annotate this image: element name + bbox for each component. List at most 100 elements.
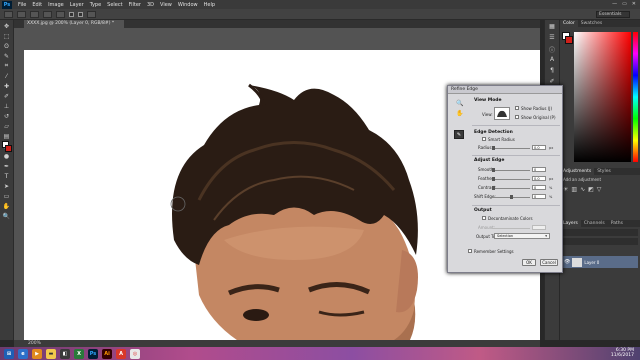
menu-layer[interactable]: Layer bbox=[70, 2, 84, 8]
tab-paths[interactable]: Paths bbox=[608, 220, 626, 227]
view-mode-picker[interactable] bbox=[494, 107, 510, 120]
radius-input[interactable]: 0.0 bbox=[532, 145, 546, 150]
shift-edge-slider[interactable] bbox=[492, 195, 530, 199]
feather-slider[interactable] bbox=[492, 177, 530, 181]
zoom-tool-icon[interactable]: 🔍 bbox=[2, 212, 12, 220]
add-selection-icon[interactable] bbox=[30, 10, 39, 18]
start-icon[interactable]: ⊞ bbox=[4, 348, 14, 359]
menu-image[interactable]: Image bbox=[48, 2, 64, 8]
brush-size-picker[interactable] bbox=[56, 10, 65, 18]
radius-slider[interactable] bbox=[492, 146, 530, 150]
tool-preset-picker[interactable] bbox=[4, 10, 13, 18]
panel-background-swatch[interactable] bbox=[565, 36, 573, 44]
tab-channels[interactable]: Channels bbox=[581, 220, 608, 227]
menu-type[interactable]: Type bbox=[90, 2, 101, 8]
minimize-button[interactable]: — bbox=[612, 1, 617, 7]
acrobat-taskbar-icon[interactable]: A bbox=[116, 348, 126, 359]
menu-edit[interactable]: Edit bbox=[32, 2, 42, 8]
brightness-icon[interactable]: ☀ bbox=[563, 186, 568, 193]
layer-name[interactable]: Layer 0 bbox=[584, 260, 599, 265]
decontaminate-checkbox[interactable] bbox=[482, 216, 486, 220]
feather-input[interactable]: 0.0 bbox=[532, 176, 546, 181]
blend-mode-bar[interactable] bbox=[562, 238, 638, 245]
shift-edge-input[interactable]: 0 bbox=[532, 194, 546, 199]
background-color-swatch[interactable] bbox=[5, 145, 12, 152]
smart-radius-checkbox[interactable] bbox=[482, 137, 486, 141]
workspace-switcher[interactable]: Essentials bbox=[596, 11, 630, 18]
smooth-slider[interactable] bbox=[492, 168, 530, 172]
feather-slider-knob[interactable] bbox=[492, 177, 495, 181]
close-button[interactable]: ✕ bbox=[632, 1, 636, 7]
exposure-icon[interactable]: ◩ bbox=[588, 186, 594, 193]
menu-file[interactable]: File bbox=[18, 2, 26, 8]
move-tool-icon[interactable]: ✥ bbox=[2, 22, 12, 30]
paragraph-icon[interactable]: ¶ bbox=[548, 67, 557, 75]
menu-3d[interactable]: 3D bbox=[147, 2, 154, 8]
menu-select[interactable]: Select bbox=[107, 2, 122, 8]
lasso-tool-icon[interactable]: ʘ bbox=[2, 42, 12, 50]
media-player-icon[interactable]: ▶ bbox=[32, 348, 42, 359]
subtract-selection-icon[interactable] bbox=[43, 10, 52, 18]
ie-icon[interactable]: e bbox=[18, 348, 28, 359]
pen-tool-icon[interactable]: ✒ bbox=[2, 162, 12, 170]
tab-swatches[interactable]: Swatches bbox=[578, 20, 606, 27]
brush-tool-icon[interactable]: ✐ bbox=[2, 92, 12, 100]
tab-styles[interactable]: Styles bbox=[594, 168, 614, 175]
clone-stamp-tool-icon[interactable]: ⊥ bbox=[2, 102, 12, 110]
vibrance-icon[interactable]: ▽ bbox=[597, 186, 602, 193]
menu-help[interactable]: Help bbox=[204, 2, 215, 8]
new-selection-icon[interactable] bbox=[17, 10, 26, 18]
eraser-tool-icon[interactable]: ▱ bbox=[2, 122, 12, 130]
refine-edge-button[interactable] bbox=[87, 10, 96, 18]
menu-view[interactable]: View bbox=[160, 2, 172, 8]
chrome-taskbar-icon[interactable]: ◎ bbox=[130, 348, 140, 359]
properties-icon[interactable]: ☰ bbox=[548, 34, 557, 42]
auto-enhance-checkbox[interactable] bbox=[78, 11, 83, 17]
zoom-level[interactable]: 200% bbox=[28, 341, 41, 346]
hue-slider[interactable] bbox=[633, 32, 638, 162]
layer-filter-bar[interactable] bbox=[562, 229, 638, 236]
curves-icon[interactable]: ∿ bbox=[580, 186, 585, 193]
contrast-input[interactable]: 0 bbox=[532, 185, 546, 190]
type-tool-icon[interactable]: T bbox=[2, 172, 12, 180]
marquee-tool-icon[interactable]: ⬚ bbox=[2, 32, 12, 40]
quick-selection-tool-icon[interactable]: ✎ bbox=[2, 52, 12, 60]
hand-tool-icon[interactable]: ✋ bbox=[2, 202, 12, 210]
document-tab[interactable]: XXXX.jpg @ 200% (Layer 0, RGB/8#) * bbox=[24, 20, 124, 28]
rectangle-tool-icon[interactable]: ▭ bbox=[2, 192, 12, 200]
dodge-tool-icon[interactable]: ● bbox=[2, 152, 12, 160]
photoshop-taskbar-icon[interactable]: Ps bbox=[88, 348, 98, 359]
hand-icon[interactable]: ✋ bbox=[456, 110, 463, 117]
eye-icon[interactable]: 👁 bbox=[564, 259, 570, 265]
output-to-select[interactable]: Selection ▾ bbox=[494, 233, 550, 239]
gradient-tool-icon[interactable]: ▤ bbox=[2, 132, 12, 140]
smooth-slider-knob[interactable] bbox=[492, 168, 495, 172]
tab-color[interactable]: Color bbox=[560, 20, 578, 27]
show-radius-checkbox[interactable] bbox=[515, 106, 519, 110]
tab-adjustments[interactable]: Adjustments bbox=[560, 168, 595, 175]
history-brush-tool-icon[interactable]: ↺ bbox=[2, 112, 12, 120]
maximize-button[interactable]: ▭ bbox=[622, 1, 627, 7]
character-icon[interactable]: A bbox=[548, 56, 557, 64]
healing-brush-tool-icon[interactable]: ✚ bbox=[2, 82, 12, 90]
refine-radius-tool-icon[interactable]: ✎ bbox=[454, 130, 464, 139]
levels-icon[interactable]: ▥ bbox=[571, 186, 577, 193]
path-selection-tool-icon[interactable]: ➤ bbox=[2, 182, 12, 190]
tab-layers[interactable]: Layers bbox=[560, 220, 581, 227]
crop-tool-icon[interactable]: ⌗ bbox=[2, 62, 12, 70]
radius-slider-knob[interactable] bbox=[492, 146, 495, 150]
menu-window[interactable]: Window bbox=[178, 2, 198, 8]
layer-row[interactable]: 👁 Layer 0 bbox=[562, 256, 638, 268]
color-picker-field[interactable] bbox=[574, 32, 631, 162]
zoom-icon[interactable]: 🔍 bbox=[456, 100, 463, 107]
remember-settings-checkbox[interactable] bbox=[468, 249, 472, 253]
illustrator-taskbar-icon[interactable]: Ai bbox=[102, 348, 112, 359]
excel-icon[interactable]: X bbox=[74, 348, 84, 359]
info-icon[interactable]: ⓘ bbox=[548, 45, 557, 54]
folder-icon[interactable]: ▬ bbox=[46, 348, 56, 359]
contrast-slider-knob[interactable] bbox=[492, 186, 495, 190]
app-icon[interactable]: ◧ bbox=[60, 348, 70, 359]
clock[interactable]: 6:30 PM 11/6/2017 bbox=[611, 348, 634, 358]
shift-edge-slider-knob[interactable] bbox=[510, 195, 513, 199]
show-original-checkbox[interactable] bbox=[515, 115, 519, 119]
